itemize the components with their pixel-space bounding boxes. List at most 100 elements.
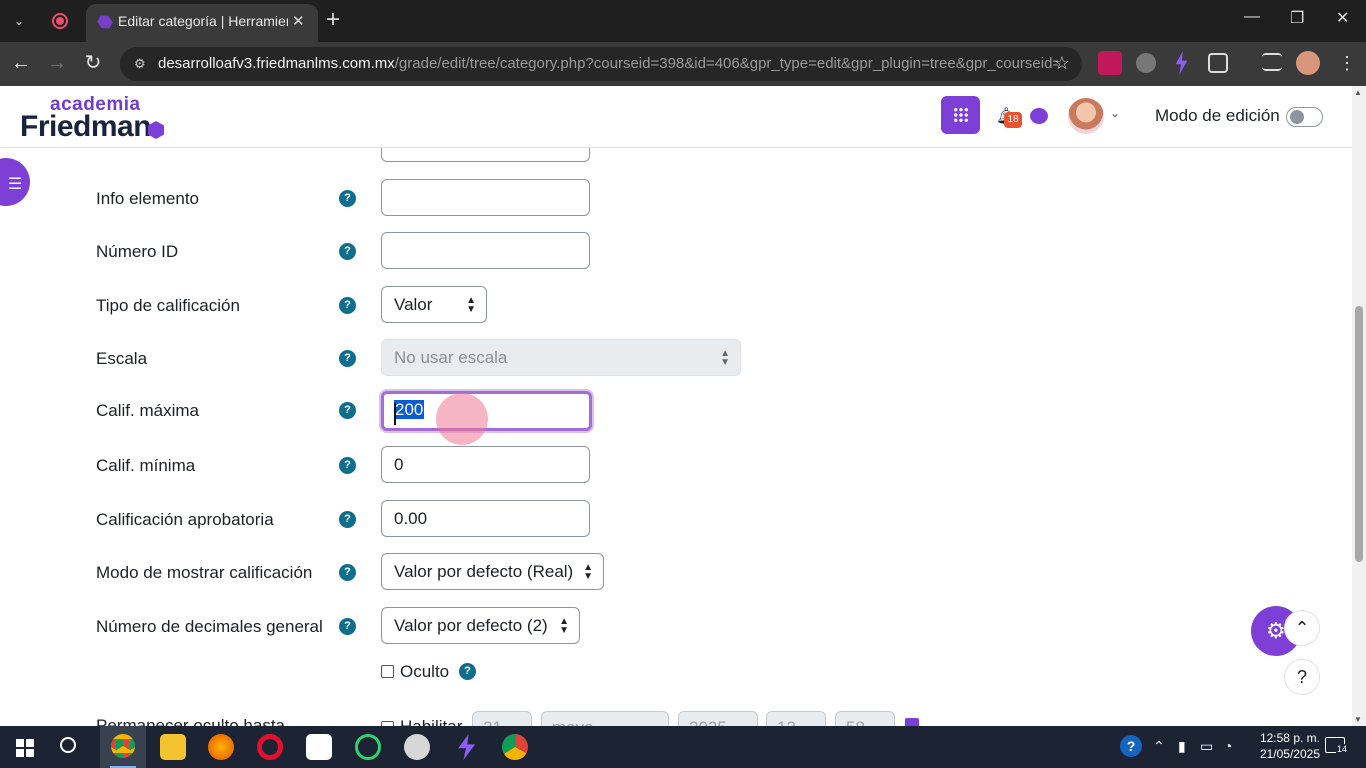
chevron-up-icon[interactable]: ⌃ [1153, 738, 1165, 755]
search-icon[interactable] [60, 737, 76, 753]
firefox-icon[interactable] [208, 734, 234, 760]
help-icon[interactable]: ? [339, 190, 356, 207]
hidden-until-label: Permanecer oculto hasta [96, 716, 285, 726]
page-scrollbar[interactable]: ▲ ▼ [1352, 86, 1366, 726]
scale-label: Escala [96, 349, 148, 368]
recording-icon[interactable] [46, 9, 74, 33]
display-type-select[interactable]: Valor por defecto (Real) ▲ ▼ [381, 553, 604, 590]
media-control-icon[interactable] [1262, 53, 1282, 71]
url-text[interactable]: desarrolloafv3.friedmanlms.com.mx/grade/… [158, 55, 1058, 72]
help-icon[interactable]: ? [339, 297, 356, 314]
edit-mode-toggle[interactable] [1286, 107, 1323, 127]
scroll-up-icon[interactable]: ▲ [1354, 88, 1362, 97]
site-info-icon[interactable]: ⚙ [134, 56, 150, 72]
scroll-down-icon[interactable]: ▼ [1354, 715, 1362, 724]
tab-title: Editar categoría | Herramientas [118, 13, 288, 29]
tab-close-icon[interactable]: ✕ [292, 12, 305, 30]
scroll-top-button[interactable]: ⌃ [1284, 610, 1320, 646]
extension-icon[interactable] [1098, 51, 1122, 75]
notification-center-icon[interactable]: 14 [1325, 737, 1349, 754]
help-icon[interactable]: ? [339, 618, 356, 635]
windows-taskbar: ? ⌃ ▮ ▭ ◔ 12:58 p. m. 21/05/2025 14 [0, 726, 1366, 768]
help-icon[interactable]: ? [339, 511, 356, 528]
chrome-secondary-icon[interactable] [502, 734, 528, 760]
browser-tab-active[interactable]: Editar categoría | Herramientas ✕ [86, 4, 318, 42]
help-icon[interactable]: ? [339, 457, 356, 474]
hidden-label: Oculto [400, 662, 450, 681]
user-avatar[interactable] [1068, 98, 1104, 134]
help-tray-icon[interactable]: ? [1120, 735, 1142, 757]
min-grade-input[interactable]: 0 [381, 446, 590, 483]
extensions-puzzle-icon[interactable] [1208, 53, 1228, 73]
scrollbar-thumb[interactable] [1355, 306, 1363, 562]
minimize-icon[interactable]: — [1244, 8, 1260, 26]
decimals-select[interactable]: Valor por defecto (2) ▲ ▼ [381, 607, 580, 644]
opera-icon[interactable] [257, 734, 283, 760]
wifi-icon[interactable]: ◔ [1224, 738, 1232, 754]
taskbar-chrome-active[interactable] [100, 726, 146, 768]
hidden-checkbox[interactable] [381, 665, 394, 678]
restore-icon[interactable]: ❐ [1290, 8, 1304, 28]
microphone-icon[interactable]: ▮ [1178, 738, 1186, 755]
notification-count: 14 [1336, 744, 1349, 754]
site-logo[interactable]: academia Friedman [20, 94, 170, 144]
pass-grade-input[interactable]: 0.00 [381, 500, 590, 537]
info-element-input[interactable] [381, 179, 590, 216]
camera-extension-icon[interactable] [1136, 53, 1156, 73]
windows-start-icon[interactable] [16, 739, 34, 757]
new-tab-icon[interactable]: + [326, 6, 340, 34]
back-icon[interactable]: ← [8, 50, 34, 76]
app-icon-2[interactable] [404, 734, 430, 760]
row-hidden: Oculto ? [0, 660, 1352, 700]
min-grade-label: Calif. mínima [96, 456, 196, 475]
bookmark-star-icon[interactable]: ☆ [1054, 53, 1070, 74]
grid-icon [953, 107, 969, 123]
file-explorer-icon[interactable] [160, 734, 186, 760]
help-icon[interactable]: ? [339, 564, 356, 581]
select-arrows-icon: ▲ ▼ [720, 348, 730, 368]
grade-type-label: Tipo de calificación [96, 296, 240, 315]
tab-search-icon[interactable]: ⌄ [6, 8, 32, 34]
chrome-icon [111, 734, 135, 758]
row-scale: Escala ? No usar escala ▲ ▼ [0, 339, 1352, 379]
hour-select: 12 [766, 711, 826, 726]
pass-grade-label: Calificación aprobatoria [96, 510, 274, 529]
chevron-down-icon[interactable]: ⌄ [1110, 106, 1120, 120]
row-pass-grade: Calificación aprobatoria ? 0.00 [0, 500, 1352, 540]
id-number-label: Número ID [96, 242, 179, 261]
window-close-icon[interactable]: ✕ [1336, 8, 1349, 28]
reload-icon[interactable]: ↻ [80, 50, 106, 76]
chevron-up-icon: ⌃ [1294, 618, 1310, 638]
help-fab-button[interactable]: ? [1284, 659, 1320, 695]
help-icon[interactable]: ? [339, 402, 356, 419]
month-select: mayo [541, 711, 669, 726]
browser-menu-icon[interactable]: ⋮ [1334, 50, 1360, 76]
grade-type-select[interactable]: Valor ▲ ▼ [381, 286, 487, 323]
id-number-input[interactable] [381, 232, 590, 269]
chat-bubble-icon[interactable] [1030, 108, 1048, 124]
apps-grid-button[interactable] [941, 96, 980, 134]
site-header: academia Friedman 🔔︎ 18 ⌄ Modo de edició… [0, 86, 1352, 148]
gear-icon: ⚙ [1266, 618, 1286, 643]
logo-bottom-text: Friedman [20, 110, 152, 143]
taskbar-clock[interactable]: 12:58 p. m. 21/05/2025 [1240, 730, 1320, 762]
app-icon[interactable] [306, 734, 332, 760]
forward-icon[interactable]: → [44, 50, 70, 76]
clock-date: 21/05/2025 [1259, 747, 1320, 761]
help-icon[interactable]: ? [339, 350, 356, 367]
profile-avatar-icon[interactable] [1296, 51, 1320, 75]
row-max-grade: Calif. máxima ? 200 [0, 391, 1352, 431]
bolt-extension-icon[interactable] [1175, 51, 1188, 75]
question-icon: ? [1296, 667, 1307, 687]
network-icon[interactable]: ▭ [1200, 738, 1213, 755]
whatsapp-icon[interactable] [355, 734, 381, 760]
address-bar[interactable]: ⚙ desarrolloafv3.friedmanlms.com.mx/grad… [120, 47, 1082, 81]
row-min-grade: Calif. mínima ? 0 [0, 446, 1352, 486]
help-icon[interactable]: ? [339, 243, 356, 260]
help-icon[interactable]: ? [459, 663, 476, 680]
select-arrows-icon: ▲ ▼ [466, 295, 476, 315]
minute-select: 58 [835, 711, 895, 726]
row-display-type: Modo de mostrar calificación ? Valor por… [0, 553, 1352, 593]
bolt-app-icon[interactable] [458, 734, 476, 760]
row-decimals: Número de decimales general ? Valor por … [0, 607, 1352, 647]
